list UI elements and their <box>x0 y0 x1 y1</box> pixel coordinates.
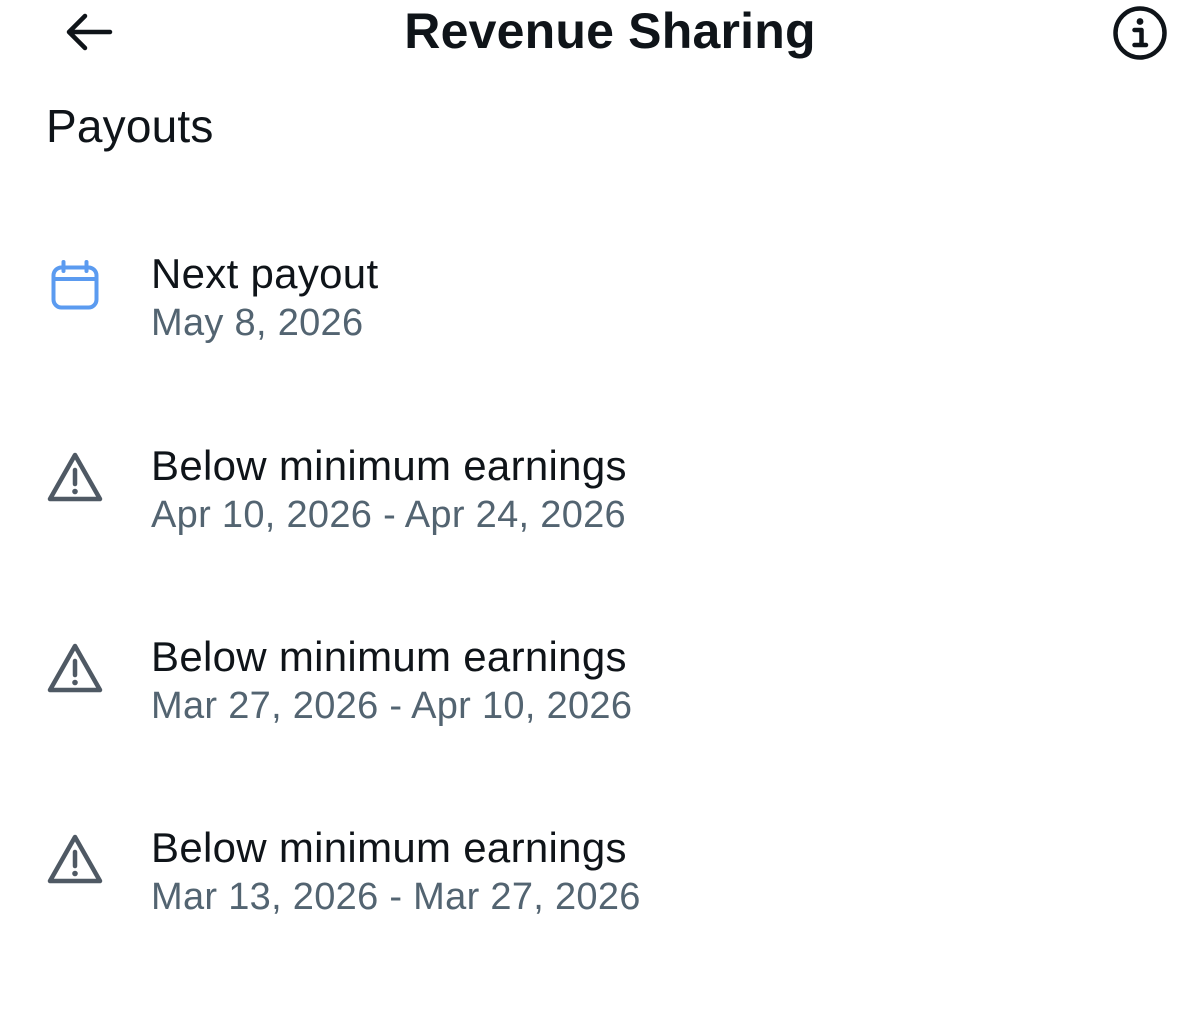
payout-item-date-range: Mar 13, 2026 - Mar 27, 2026 <box>151 876 641 918</box>
payout-item-date-range: Apr 10, 2026 - Apr 24, 2026 <box>151 494 626 536</box>
top-bar: Revenue Sharing <box>0 0 1200 64</box>
payout-item-below-minimum-1: Below minimum earnings Apr 10, 2026 - Ap… <box>0 440 1200 560</box>
warning-icon <box>42 637 108 701</box>
warning-icon <box>42 446 108 510</box>
payout-item-below-minimum-2: Below minimum earnings Mar 27, 2026 - Ap… <box>0 631 1200 751</box>
payout-item-title: Below minimum earnings <box>151 824 627 871</box>
payout-item-date: May 8, 2026 <box>151 302 364 344</box>
payout-item-title: Next payout <box>151 250 379 297</box>
revenue-sharing-page: Revenue Sharing Payouts Next payout May … <box>0 0 1200 1025</box>
page-title: Revenue Sharing <box>404 3 816 59</box>
payout-item-date-range: Mar 27, 2026 - Apr 10, 2026 <box>151 685 633 727</box>
calendar-icon <box>42 254 108 318</box>
section-title-payouts: Payouts <box>46 100 214 152</box>
payout-item-title: Below minimum earnings <box>151 442 627 489</box>
payout-item-below-minimum-3: Below minimum earnings Mar 13, 2026 - Ma… <box>0 822 1200 942</box>
warning-icon <box>42 828 108 892</box>
payout-item-next: Next payout May 8, 2026 <box>0 248 1200 368</box>
payout-item-title: Below minimum earnings <box>151 633 627 680</box>
info-button[interactable] <box>1110 3 1170 63</box>
info-circle-icon <box>1113 6 1167 60</box>
